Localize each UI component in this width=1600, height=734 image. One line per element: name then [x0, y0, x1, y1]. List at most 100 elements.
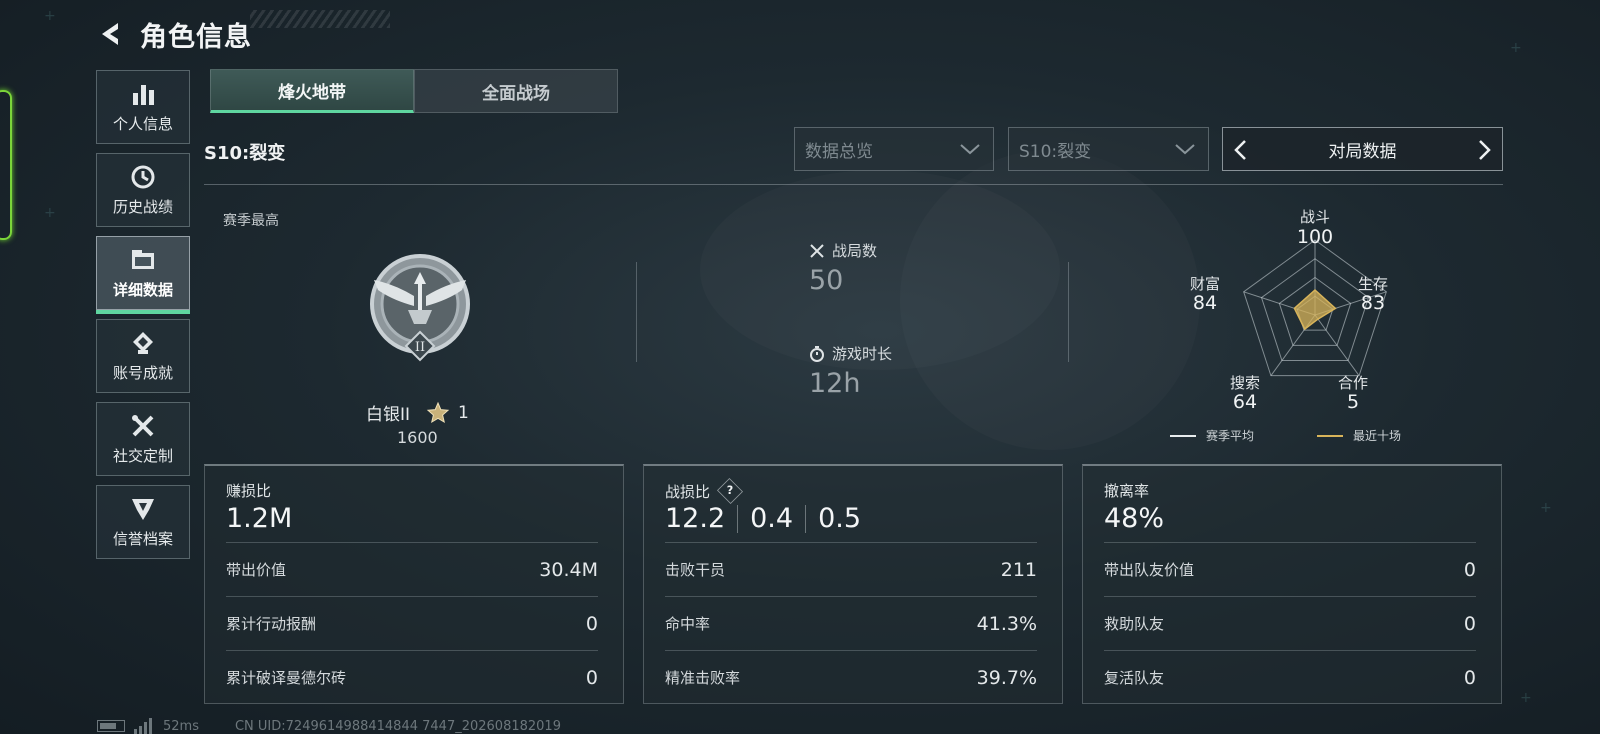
panel-row: 救助队友 0: [1104, 596, 1476, 650]
panel-kd-ratio: 战损比 ? 12.2 0.4 0.5 击败干员 211 命中率 41.3% 精准…: [643, 464, 1063, 704]
tab-battlefield[interactable]: 全面战场: [414, 69, 618, 113]
mode-tabs: 烽火地带 全面战场: [210, 69, 618, 113]
panel-main-value: 1.2M: [226, 503, 293, 534]
panel-extraction-rate: 撤离率 48% 带出队友价值 0 救助队友 0 复活队友 0: [1082, 464, 1502, 704]
back-arrow-icon[interactable]: [96, 19, 126, 49]
overview-dropdown[interactable]: 数据总览: [794, 127, 994, 171]
value-separator: [805, 504, 807, 533]
panel-profit-ratio: 赚损比 1.2M 带出价值 30.4M 累计行动报酬 0 累计破译曼德尔砖 0: [204, 464, 624, 704]
sidebar-item-personal-info[interactable]: 个人信息: [96, 70, 190, 144]
panel-row: 命中率 41.3%: [665, 596, 1037, 650]
legend-swatch: [1170, 434, 1196, 437]
overview-dropdown-value: 数据总览: [805, 141, 873, 162]
rank-line: 白银II 1: [366, 400, 469, 425]
tab-warzone[interactable]: 烽火地带: [210, 69, 414, 113]
rank-name: 白银II: [366, 405, 411, 425]
sidebar-item-label: 个人信息: [112, 114, 173, 133]
rank-medal-icon: II: [370, 254, 470, 362]
chevron-down-icon: [960, 144, 980, 155]
matches-stat: 战局数 50: [809, 240, 877, 296]
row-label: 累计破译曼德尔砖: [226, 669, 347, 687]
page-header: 角色信息: [96, 14, 252, 54]
radar-value-cooperation: 5: [1346, 391, 1360, 413]
row-value: 211: [1000, 558, 1037, 581]
sidebar-item-achievements[interactable]: 账号成就: [96, 319, 190, 393]
sidebar-item-detailed-data[interactable]: 详细数据: [96, 236, 190, 314]
row-value: 39.7%: [976, 666, 1037, 689]
panel-row: 累计破译曼德尔砖 0: [226, 650, 598, 704]
radar-value-combat: 100: [1296, 226, 1334, 248]
radar-label-wealth: 财富: [1189, 275, 1220, 293]
help-glyph: ?: [726, 484, 734, 498]
season-dropdown[interactable]: S10:裂变: [1008, 127, 1209, 171]
vertical-divider: [1068, 262, 1069, 362]
help-icon[interactable]: ?: [717, 477, 744, 505]
sidebar-item-reputation[interactable]: 信誉档案: [96, 485, 190, 559]
row-value: 30.4M: [539, 558, 598, 581]
history-icon: [131, 165, 155, 188]
legend-season-avg: 赛季平均: [1170, 427, 1254, 444]
season-best-label: 赛季最高: [223, 213, 279, 229]
row-label: 带出队友价值: [1104, 561, 1195, 579]
chevron-right-icon[interactable]: [1474, 138, 1494, 162]
status-footer: 52ms CN UID:7249614988414844 7447_202608…: [97, 718, 561, 734]
legend-label: 赛季平均: [1206, 429, 1255, 443]
panel-row: 带出价值 30.4M: [226, 542, 598, 596]
panel-row: 带出队友价值 0: [1104, 542, 1476, 596]
sidebar-item-label: 详细数据: [112, 280, 173, 299]
legend-recent-ten: 最近十场: [1317, 427, 1401, 444]
ping-value: 52ms: [163, 718, 199, 734]
sidebar-item-history[interactable]: 历史战绩: [96, 153, 190, 227]
crossed-swords-icon: [810, 243, 824, 258]
season-label: S10:裂变: [204, 143, 286, 164]
stopwatch-icon: [810, 345, 824, 362]
sidebar-item-social[interactable]: 社交定制: [96, 402, 190, 476]
background-shape: [900, 150, 1200, 450]
panel-title: 撤离率: [1104, 482, 1150, 500]
legend-label: 最近十场: [1353, 429, 1402, 443]
bar-chart-icon: [133, 84, 154, 105]
radar-label-survival: 生存: [1357, 275, 1388, 293]
data-pager: 对局数据: [1222, 127, 1503, 171]
chevron-left-icon[interactable]: [1231, 138, 1251, 162]
radar-chart: 战斗 100 生存 83 合作 5 搜索 64 财富 84: [1180, 200, 1450, 450]
pager-label: 对局数据: [1328, 141, 1397, 162]
row-label: 精准击败率: [665, 669, 741, 687]
legend-swatch: [1317, 434, 1343, 437]
panel-row: 精准击败率 39.7%: [665, 650, 1037, 704]
matches-value: 50: [809, 265, 844, 296]
rank-stars: 1: [458, 402, 469, 423]
playtime-label: 游戏时长: [832, 345, 893, 363]
kd-value-2: 0.4: [750, 503, 794, 534]
sidebar-item-label: 账号成就: [112, 363, 173, 382]
grid-mark: +: [1540, 500, 1552, 516]
row-value: 0: [585, 666, 598, 689]
radar-label-combat: 战斗: [1299, 208, 1330, 226]
radar-label-search: 搜索: [1229, 374, 1260, 392]
vertical-divider: [636, 262, 637, 362]
uid-text: CN UID:7249614988414844 7447_20260818201…: [234, 718, 561, 734]
row-label: 击败干员: [665, 561, 726, 579]
row-label: 累计行动报酬: [226, 615, 317, 633]
sidebar-item-label: 历史战绩: [112, 197, 173, 216]
grid-mark: +: [44, 8, 56, 24]
radar-value-survival: 83: [1360, 292, 1386, 314]
row-label: 复活队友: [1104, 669, 1165, 687]
sidebar-item-label: 社交定制: [112, 446, 173, 465]
sidebar: 个人信息 历史战绩 详细数据 账号成就 社交定制 信誉档案: [96, 70, 190, 568]
title-decoration: [250, 10, 390, 28]
row-label: 命中率: [665, 615, 711, 633]
panel-row: 击败干员 211: [665, 542, 1037, 596]
panel-main-value: 48%: [1104, 503, 1165, 534]
grid-mark: +: [1520, 690, 1532, 706]
kd-value-3: 0.5: [818, 503, 862, 534]
row-value: 0: [1463, 612, 1476, 635]
panel-row: 复活队友 0: [1104, 650, 1476, 704]
radar-recent-shape: [1293, 288, 1337, 331]
playtime-value: 12h: [809, 368, 861, 399]
row-value: 41.3%: [976, 612, 1037, 635]
signal-icon: [134, 718, 152, 734]
panel-main-values: 12.2 0.4 0.5: [665, 503, 861, 534]
tools-icon: [132, 414, 154, 436]
radar-value-search: 64: [1232, 391, 1258, 413]
